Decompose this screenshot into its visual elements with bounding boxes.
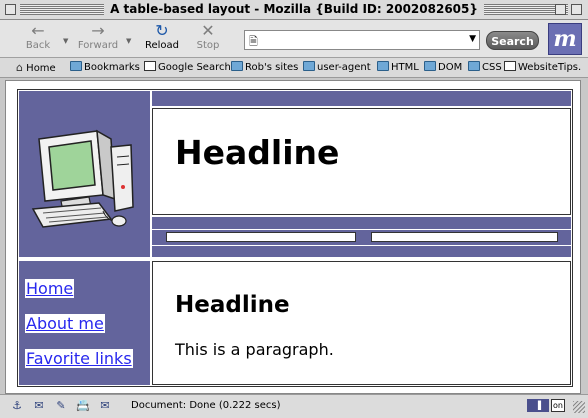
main-content-cell: Headline This is a paragraph. xyxy=(152,261,571,385)
mail-icon[interactable]: ✉ xyxy=(32,399,46,412)
folder-icon xyxy=(70,61,82,71)
stop-icon: ✕ xyxy=(201,21,215,40)
nav-link-about-me[interactable]: About me xyxy=(25,314,105,333)
navigator-icon[interactable]: ⚓ xyxy=(10,399,24,412)
content-headline: Headline xyxy=(175,292,290,318)
reload-icon: ↻ xyxy=(155,21,169,40)
header-top-band xyxy=(152,91,571,106)
collapse-box[interactable] xyxy=(571,4,582,15)
nav-link-home[interactable]: Home xyxy=(25,279,75,298)
bookmark-websitetips[interactable]: WebsiteTips. xyxy=(504,61,581,73)
navigation-toolbar: ← Back ▼ → Forward ▼ ↻ Reload ✕ Stop 🗎 ▼… xyxy=(0,20,588,58)
bookmark-google-search[interactable]: Google Search xyxy=(144,61,231,73)
url-history-dropdown-icon[interactable]: ▼ xyxy=(469,34,476,44)
bookmark-dom[interactable]: DOM xyxy=(424,61,462,73)
bookmark-bookmarks[interactable]: Bookmarks xyxy=(70,61,140,73)
forward-arrow-icon: → xyxy=(91,21,105,40)
spacer-cell xyxy=(166,232,356,242)
resize-grip-icon[interactable] xyxy=(573,401,585,413)
mozilla-throbber-logo[interactable]: m xyxy=(548,23,582,55)
content-paragraph: This is a paragraph. xyxy=(175,340,334,359)
page-headline: Headline xyxy=(175,133,340,172)
stop-button[interactable]: ✕ Stop xyxy=(182,21,234,52)
spacer-row xyxy=(152,230,571,245)
folder-icon xyxy=(377,61,389,71)
folder-icon xyxy=(303,61,315,71)
spacer-cell xyxy=(371,232,558,242)
back-button[interactable]: ← Back xyxy=(12,21,64,52)
home-icon: ⌂ xyxy=(16,61,23,74)
folder-icon xyxy=(468,61,480,71)
bookmark-user-agent[interactable]: user-agent xyxy=(303,61,371,73)
bookmark-css[interactable]: CSS xyxy=(468,61,502,73)
reload-button[interactable]: ↻ Reload xyxy=(136,21,188,52)
page-content: Headline Home About me Favorite links He… xyxy=(5,80,581,394)
chat-icon[interactable]: ✉ xyxy=(98,399,112,412)
nav-link-favorite-links[interactable]: Favorite links xyxy=(25,349,133,368)
security-lock-icon[interactable]: ▐ xyxy=(527,399,549,412)
zoom-box[interactable] xyxy=(555,4,566,15)
address-book-icon[interactable]: 📇 xyxy=(76,399,90,412)
back-dropdown-icon[interactable]: ▼ xyxy=(63,37,68,45)
search-button[interactable]: Search xyxy=(486,31,539,50)
header-cell: Headline xyxy=(152,108,571,215)
computer-clipart-icon xyxy=(31,129,134,228)
spacer-bottom-band xyxy=(152,246,571,257)
folder-icon xyxy=(231,61,243,71)
header-bottom-band xyxy=(152,217,571,229)
page-proxy-icon[interactable]: 🗎 xyxy=(249,33,258,52)
url-bar[interactable]: 🗎 ▼ xyxy=(244,30,480,50)
status-text: Document: Done (0.222 secs) xyxy=(131,400,281,411)
bookmark-robs-sites[interactable]: Rob's sites xyxy=(231,61,298,73)
page-icon xyxy=(504,61,516,71)
personal-toolbar: ⌂ Home Bookmarks Google Search Rob's sit… xyxy=(0,58,588,78)
folder-icon xyxy=(424,61,436,71)
bookmark-html[interactable]: HTML xyxy=(377,61,419,73)
forward-button[interactable]: → Forward xyxy=(72,21,124,52)
window-titlebar[interactable]: A table-based layout - Mozilla {Build ID… xyxy=(0,0,588,20)
composer-icon[interactable]: ✎ xyxy=(54,399,68,412)
page-icon xyxy=(144,61,156,71)
layout-table: Headline Home About me Favorite links He… xyxy=(17,89,573,387)
logo-cell xyxy=(19,91,150,257)
forward-dropdown-icon[interactable]: ▼ xyxy=(126,37,131,45)
window-title: A table-based layout - Mozilla {Build ID… xyxy=(0,2,588,16)
nav-cell: Home About me Favorite links xyxy=(19,261,150,385)
status-bar: ⚓ ✉ ✎ 📇 ✉ Document: Done (0.222 secs) ▐ … xyxy=(0,394,588,418)
online-status-badge[interactable]: on xyxy=(551,399,565,412)
back-arrow-icon: ← xyxy=(31,21,45,40)
url-input[interactable] xyxy=(265,32,459,49)
bookmark-home[interactable]: ⌂ Home xyxy=(16,61,56,74)
